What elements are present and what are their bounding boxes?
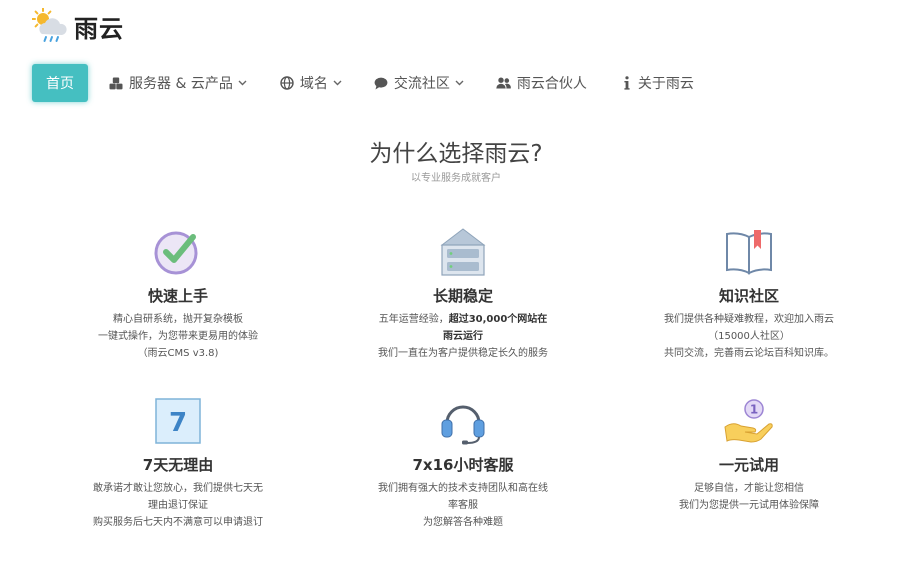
feature-desc-line: 五年运营经验，超过30,000个网站在 — [333, 311, 593, 328]
info-icon — [624, 76, 630, 90]
users-icon — [496, 77, 511, 89]
calendar-7-icon: 7 — [48, 396, 308, 446]
feature-desc: 精心自研系统，抛开复杂模板 一键式操作，为您带来更易用的体验 （雨云CMS v3… — [48, 311, 308, 362]
brand-name: 雨云 — [74, 14, 124, 43]
nav-domain-label: 域名 — [299, 76, 328, 92]
nav-servers[interactable]: 服务器 & 云产品 — [109, 64, 247, 102]
chevron-down-icon — [238, 80, 247, 86]
coin-hand-icon: 1 — [619, 396, 879, 446]
feature-desc-line: 我们为您提供一元试用体验保障 — [679, 500, 819, 511]
feature-quick-start: 快速上手 精心自研系统，抛开复杂模板 一键式操作，为您带来更易用的体验 （雨云C… — [48, 227, 308, 362]
nav-partner-label: 雨云合伙人 — [516, 76, 587, 92]
feature-desc-line: 为您解答各种难题 — [423, 517, 503, 528]
chevron-down-icon — [455, 80, 464, 86]
feature-desc-line: 购买服务后七天内不满意可以申请退订 — [93, 517, 263, 528]
chevron-down-icon — [333, 80, 342, 86]
feature-community: 知识社区 我们提供各种疑难教程，欢迎加入雨云 （15000人社区） 共同交流，完… — [619, 227, 879, 362]
feature-desc: 我们拥有强大的技术支持团队和高在线 率客服 为您解答各种难题 — [333, 480, 593, 531]
server-icon — [333, 227, 593, 277]
nav-community[interactable]: 交流社区 — [374, 64, 464, 102]
feature-desc-highlight: 超过30,000个网站在 — [448, 314, 548, 325]
feature-trial: 1 一元试用 足够自信，才能让您相信 我们为您提供一元试用体验保障 — [619, 396, 879, 514]
page-subtitle: 以专业服务成就客户 — [411, 173, 501, 184]
brand-logo[interactable]: 雨云 — [32, 8, 124, 44]
nav-home-label: 首页 — [46, 76, 74, 92]
cubes-icon — [109, 77, 123, 90]
nav-domain[interactable]: 域名 — [280, 64, 342, 102]
main-nav: 首页 服务器 & 云产品 域名 交流社区 雨云合伙人 关于雨云 — [32, 64, 694, 102]
feature-title: 知识社区 — [718, 287, 779, 305]
feature-desc-line: 雨云运行 — [333, 328, 593, 345]
feature-desc-line: 理由退订保证 — [148, 500, 208, 511]
feature-desc-highlight: 雨云运行 — [443, 331, 483, 342]
book-icon — [619, 227, 879, 277]
feature-desc: 敢承诺才敢让您放心，我们提供七天无 理由退订保证 购买服务后七天内不满意可以申请… — [48, 480, 308, 531]
feature-title: 7x16小时客服 — [412, 456, 514, 474]
nav-partner[interactable]: 雨云合伙人 — [496, 64, 587, 102]
feature-desc: 五年运营经验，超过30,000个网站在 雨云运行 我们一直在为客户提供稳定长久的… — [333, 311, 593, 362]
calendar-number: 7 — [169, 408, 187, 438]
feature-desc: 足够自信，才能让您相信 我们为您提供一元试用体验保障 — [619, 480, 879, 514]
feature-desc-line: 敢承诺才敢让您放心，我们提供七天无 — [93, 483, 263, 494]
globe-icon — [280, 76, 294, 90]
feature-title: 快速上手 — [147, 287, 208, 305]
nav-about[interactable]: 关于雨云 — [624, 64, 694, 102]
feature-desc: 我们提供各种疑难教程，欢迎加入雨云 （15000人社区） 共同交流，完善雨云论坛… — [619, 311, 879, 362]
feature-stable: 长期稳定 五年运营经验，超过30,000个网站在 雨云运行 我们一直在为客户提供… — [333, 227, 593, 362]
feature-support: 7x16小时客服 我们拥有强大的技术支持团队和高在线 率客服 为您解答各种难题 — [333, 396, 593, 531]
headset-icon — [333, 396, 593, 446]
feature-desc-line: 我们提供各种疑难教程，欢迎加入雨云 — [664, 314, 834, 325]
feature-title: 长期稳定 — [432, 287, 493, 305]
nav-community-label: 交流社区 — [393, 76, 450, 92]
feature-desc-line: 共同交流，完善雨云论坛百科知识库。 — [664, 348, 834, 359]
nav-home[interactable]: 首页 — [32, 64, 88, 102]
feature-desc-line: 精心自研系统，抛开复杂模板 — [113, 314, 243, 325]
feature-title: 一元试用 — [718, 456, 779, 474]
feature-title: 7天无理由 — [142, 456, 214, 474]
coin-number: 1 — [750, 403, 758, 417]
checkmark-circle-icon — [48, 227, 308, 277]
nav-servers-label: 服务器 & 云产品 — [129, 76, 233, 92]
feature-desc-text: 五年运营经验， — [378, 314, 449, 325]
page-title: 为什么选择雨云? — [369, 141, 543, 167]
nav-about-label: 关于雨云 — [637, 76, 694, 92]
feature-desc-line: 一键式操作，为您带来更易用的体验 — [98, 331, 258, 342]
sun-cloud-rain-icon — [32, 8, 70, 44]
feature-desc-line: （雨云CMS v3.8) — [137, 348, 219, 359]
comment-icon — [374, 77, 388, 90]
feature-desc-line: （15000人社区） — [708, 331, 790, 342]
feature-desc-line: 率客服 — [448, 500, 478, 511]
feature-desc-line: 我们拥有强大的技术支持团队和高在线 — [378, 483, 548, 494]
feature-desc-line: 足够自信，才能让您相信 — [694, 483, 804, 494]
feature-desc-line: 我们一直在为客户提供稳定长久的服务 — [378, 348, 548, 359]
feature-refund: 7 7天无理由 敢承诺才敢让您放心，我们提供七天无 理由退订保证 购买服务后七天… — [48, 396, 308, 531]
